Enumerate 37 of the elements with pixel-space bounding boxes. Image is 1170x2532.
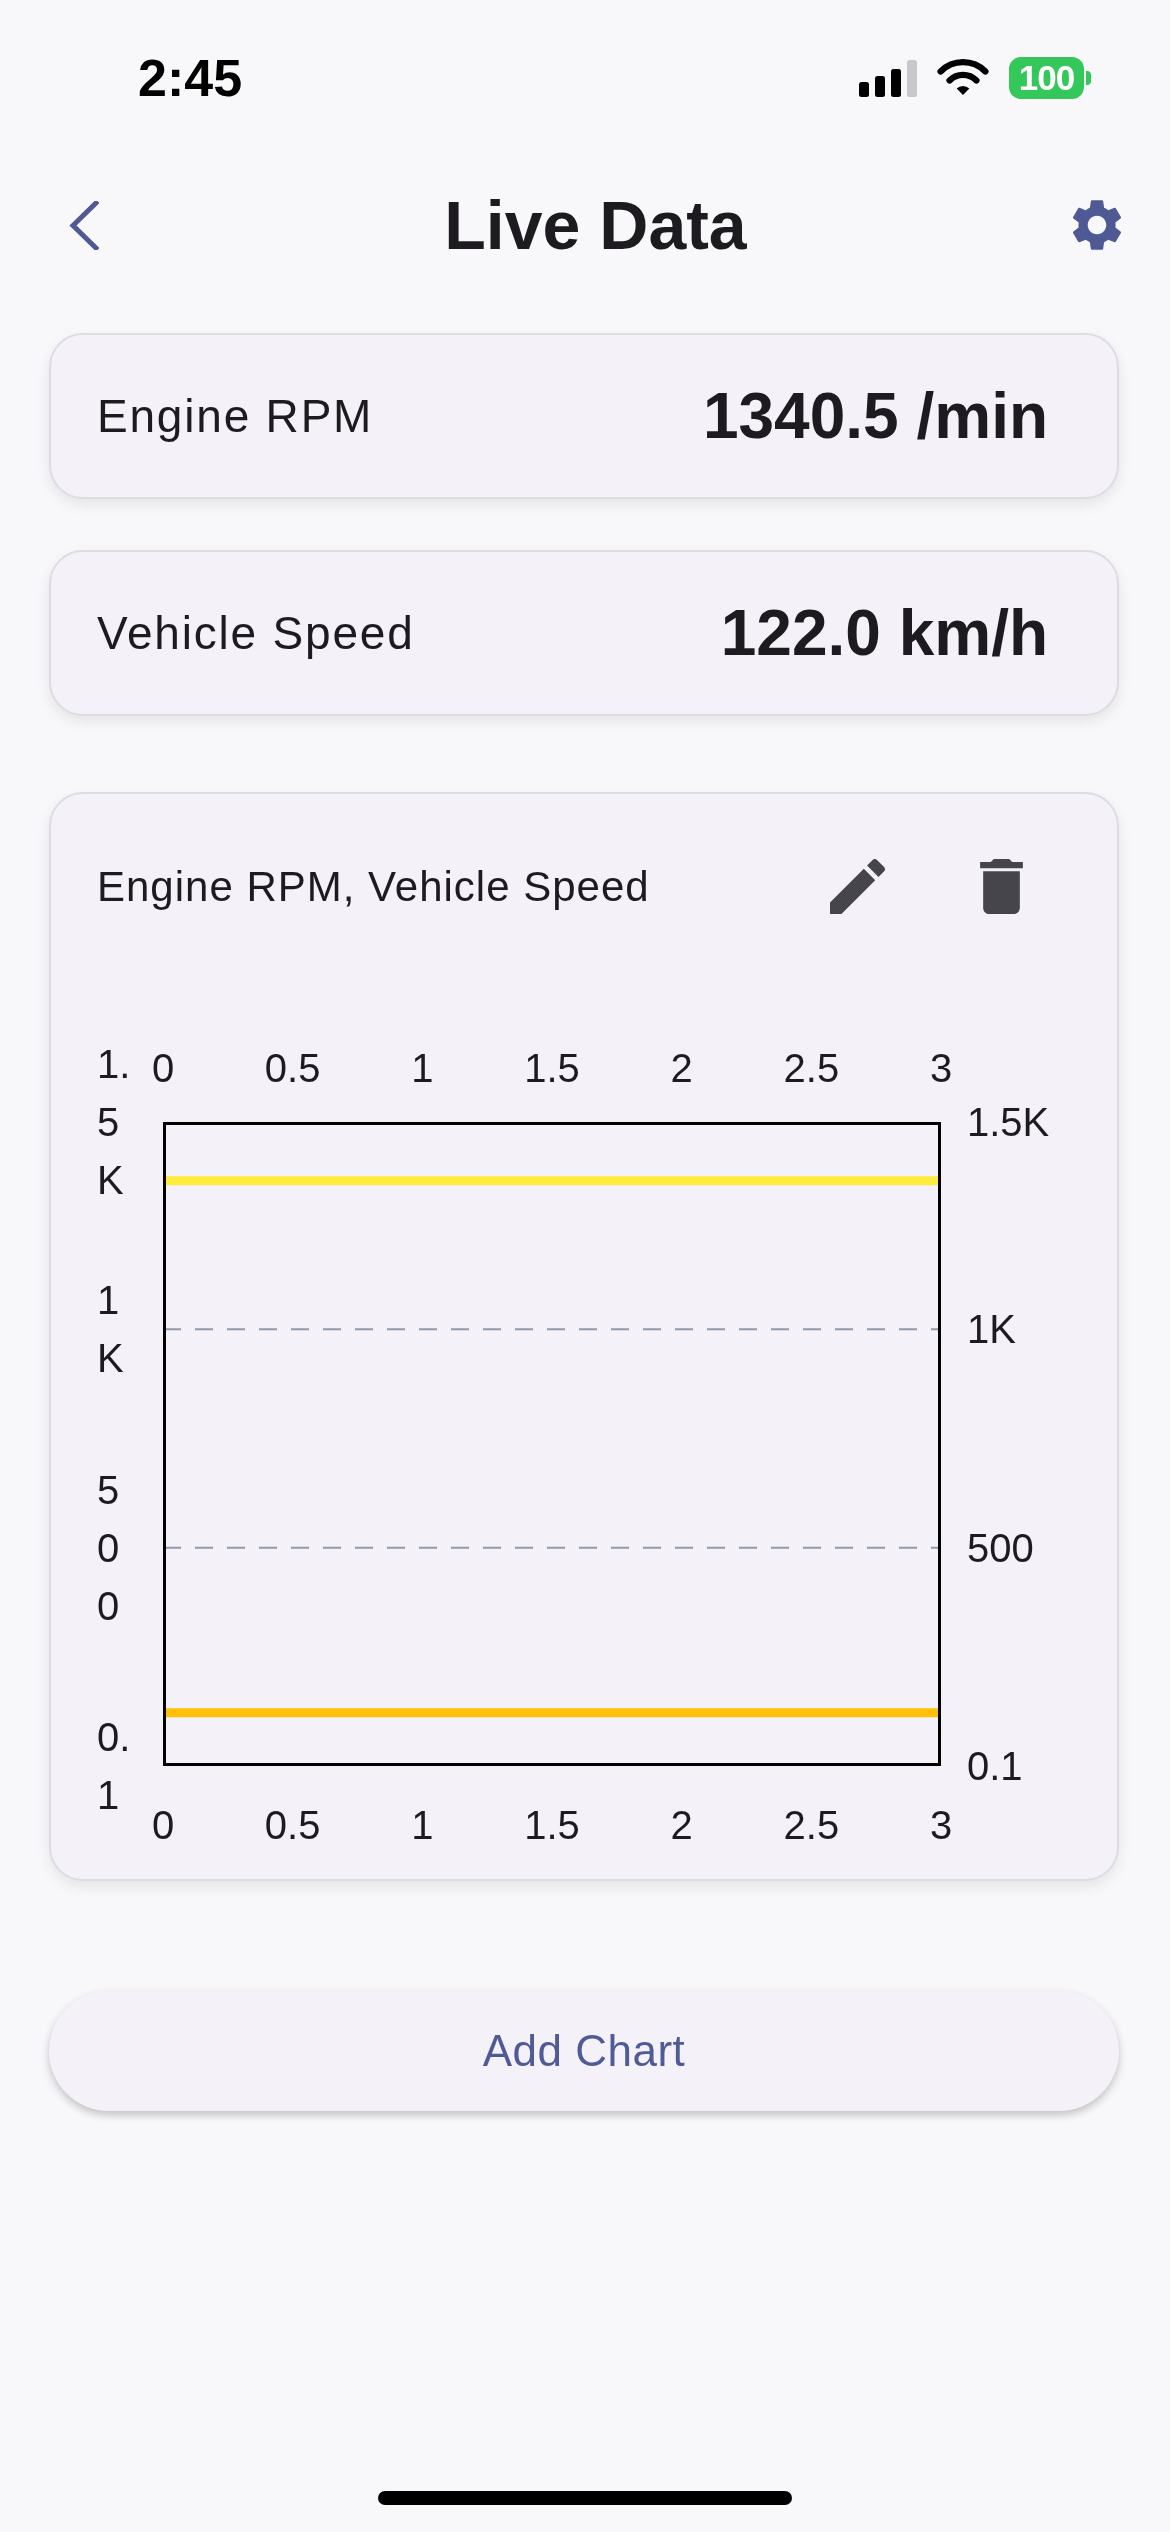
x-tick-label: 3 <box>929 1045 953 1091</box>
x-tick-label: 1 <box>411 1045 434 1091</box>
x-tick-label: 1.5 <box>524 1802 580 1848</box>
reading-value: 122.0 km/h <box>720 596 1048 670</box>
x-tick-label: 2.5 <box>783 1045 840 1091</box>
pencil-icon[interactable] <box>830 859 885 914</box>
add-chart-button[interactable]: Add Chart <box>49 1991 1119 2111</box>
y-tick-label: 1K <box>967 1306 1016 1353</box>
x-tick-label: 2 <box>670 1045 693 1091</box>
signal-icon <box>859 59 917 97</box>
back-icon[interactable] <box>69 200 99 250</box>
x-tick-label: 0 <box>151 1045 175 1091</box>
x-tick-label: 2.5 <box>783 1802 840 1848</box>
x-tick-label: 2 <box>670 1802 693 1848</box>
y-tick-label: 500 <box>967 1524 1034 1571</box>
status-time: 2:45 <box>138 48 243 108</box>
x-tick-label: 0.5 <box>264 1802 321 1848</box>
reading-value: 1340.5 /min <box>702 379 1048 453</box>
wifi-icon <box>937 59 989 97</box>
y-tick-label: 0.1 <box>97 1714 132 1819</box>
y-tick-label: 1.5K <box>967 1099 1050 1145</box>
reading-label: Engine RPM <box>97 389 374 443</box>
battery-indicator: 100 <box>1009 57 1091 99</box>
y-tick-label: 500 <box>97 1466 121 1630</box>
x-tick-label: 1 <box>411 1802 434 1848</box>
y-tick-label: 0.1 <box>967 1743 1023 1789</box>
trash-icon[interactable] <box>980 859 1023 914</box>
reading-label: Vehicle Speed <box>97 606 415 660</box>
chart-title: Engine RPM, Vehicle Speed <box>97 862 650 911</box>
x-tick-label: 0.5 <box>264 1045 321 1091</box>
x-tick-label: 3 <box>929 1802 953 1848</box>
x-tick-label: 0 <box>151 1802 175 1848</box>
x-tick-label: 1.5 <box>524 1045 580 1091</box>
y-tick-label: 1K <box>97 1277 125 1383</box>
y-tick-label: 1.5K <box>97 1041 132 1204</box>
page-title: Live Data <box>444 186 747 264</box>
settings-icon[interactable] <box>1072 200 1122 250</box>
